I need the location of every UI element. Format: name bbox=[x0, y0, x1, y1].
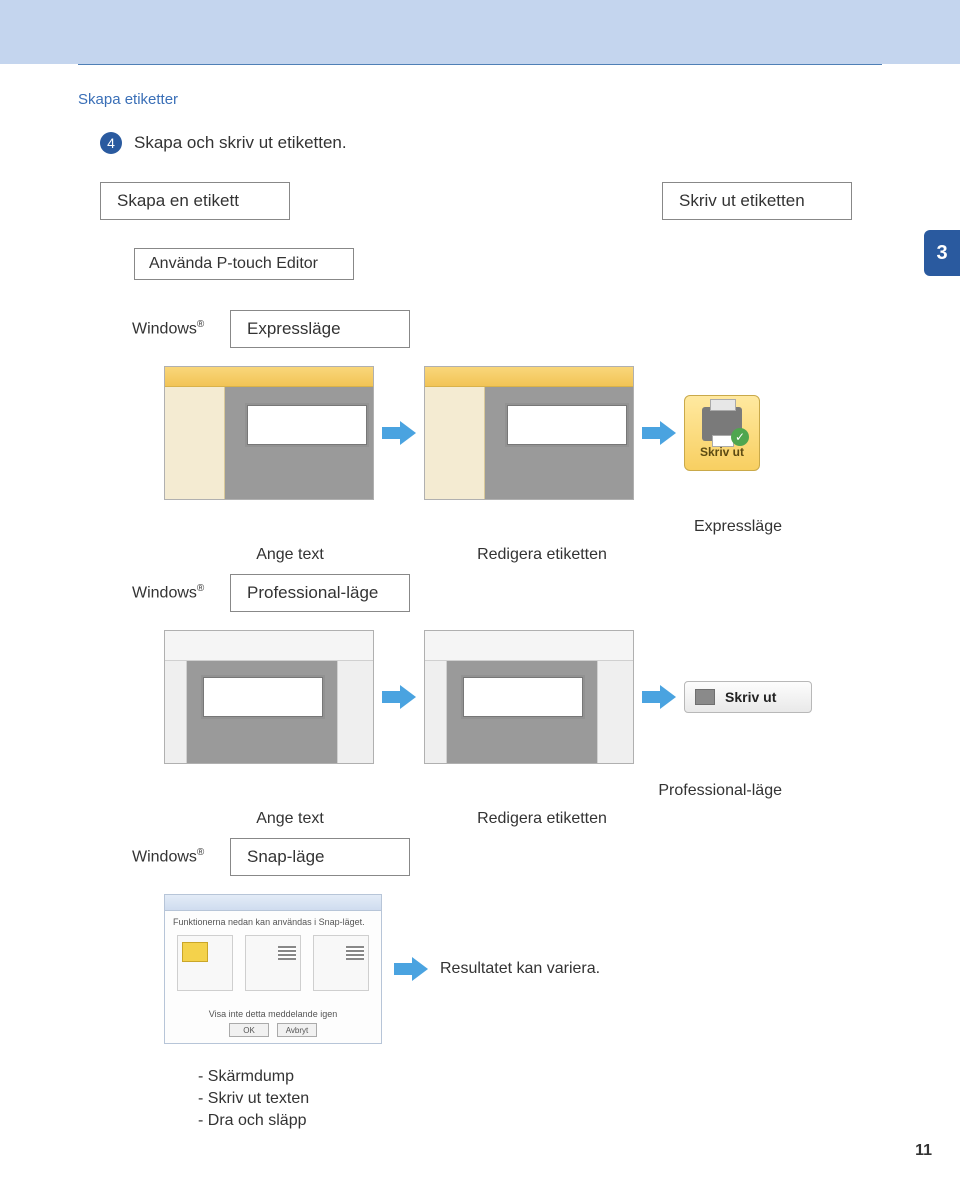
bullet-3: - Dra och släpp bbox=[198, 1112, 882, 1130]
dialog-dont-show-checkbox[interactable]: Visa inte detta meddelande igen bbox=[209, 1009, 337, 1019]
step-text: Skapa och skriv ut etiketten. bbox=[134, 133, 347, 153]
box-create-label: Skapa en etikett bbox=[100, 182, 290, 220]
step-number-badge: 4 bbox=[100, 132, 122, 154]
section-title: Skapa etiketter bbox=[78, 91, 882, 108]
arrow-right-icon bbox=[642, 421, 676, 445]
os-label-windows-2: Windows® bbox=[132, 583, 228, 602]
printer-icon bbox=[695, 689, 715, 705]
page-number: 11 bbox=[915, 1142, 932, 1160]
arrow-right-icon bbox=[394, 957, 428, 981]
snap-option-1[interactable] bbox=[177, 935, 233, 991]
dialog-hint: Funktionerna nedan kan användas i Snap-l… bbox=[165, 911, 381, 933]
caption-professional-mode: Professional-läge bbox=[78, 782, 782, 800]
arrow-right-icon bbox=[382, 421, 416, 445]
box-express-mode: Expressläge bbox=[230, 310, 410, 348]
snap-result-text: Resultatet kan variera. bbox=[440, 960, 600, 978]
caption-enter-text-2: Ange text bbox=[164, 810, 416, 828]
caption-enter-text-1: Ange text bbox=[164, 546, 416, 564]
snap-dialog: Funktionerna nedan kan användas i Snap-l… bbox=[164, 894, 382, 1044]
print-button-pro[interactable]: Skriv ut bbox=[684, 681, 812, 713]
dialog-titlebar bbox=[165, 895, 381, 911]
caption-express-mode: Expressläge bbox=[78, 518, 782, 536]
print-button-express-label: Skriv ut bbox=[700, 445, 744, 459]
os-label-windows-3: Windows® bbox=[132, 847, 228, 866]
thumbnail-express-enter-text bbox=[164, 366, 374, 500]
thumbnail-pro-edit bbox=[424, 630, 634, 764]
dialog-cancel-button[interactable]: Avbryt bbox=[277, 1023, 317, 1037]
box-use-editor: Använda P-touch Editor bbox=[134, 248, 354, 280]
arrow-right-icon bbox=[642, 685, 676, 709]
arrow-right-icon bbox=[382, 685, 416, 709]
check-icon: ✓ bbox=[731, 428, 749, 446]
thumbnail-express-edit bbox=[424, 366, 634, 500]
box-snap-mode: Snap-läge bbox=[230, 838, 410, 876]
print-button-express[interactable]: ✓ Skriv ut bbox=[684, 395, 760, 471]
bullet-list: - Skärmdump - Skriv ut texten - Dra och … bbox=[198, 1068, 882, 1130]
snap-option-3[interactable] bbox=[313, 935, 369, 991]
box-print-label: Skriv ut etiketten bbox=[662, 182, 852, 220]
thumbnail-pro-enter-text bbox=[164, 630, 374, 764]
bullet-1: - Skärmdump bbox=[198, 1068, 882, 1086]
dialog-ok-button[interactable]: OK bbox=[229, 1023, 269, 1037]
snap-option-2[interactable] bbox=[245, 935, 301, 991]
caption-edit-label-2: Redigera etiketten bbox=[416, 810, 668, 828]
bullet-2: - Skriv ut texten bbox=[198, 1090, 882, 1108]
caption-edit-label-1: Redigera etiketten bbox=[416, 546, 668, 564]
top-band bbox=[0, 0, 960, 64]
box-professional-mode: Professional-läge bbox=[230, 574, 410, 612]
print-button-pro-label: Skriv ut bbox=[725, 689, 776, 705]
os-label-windows-1: Windows® bbox=[132, 319, 228, 338]
